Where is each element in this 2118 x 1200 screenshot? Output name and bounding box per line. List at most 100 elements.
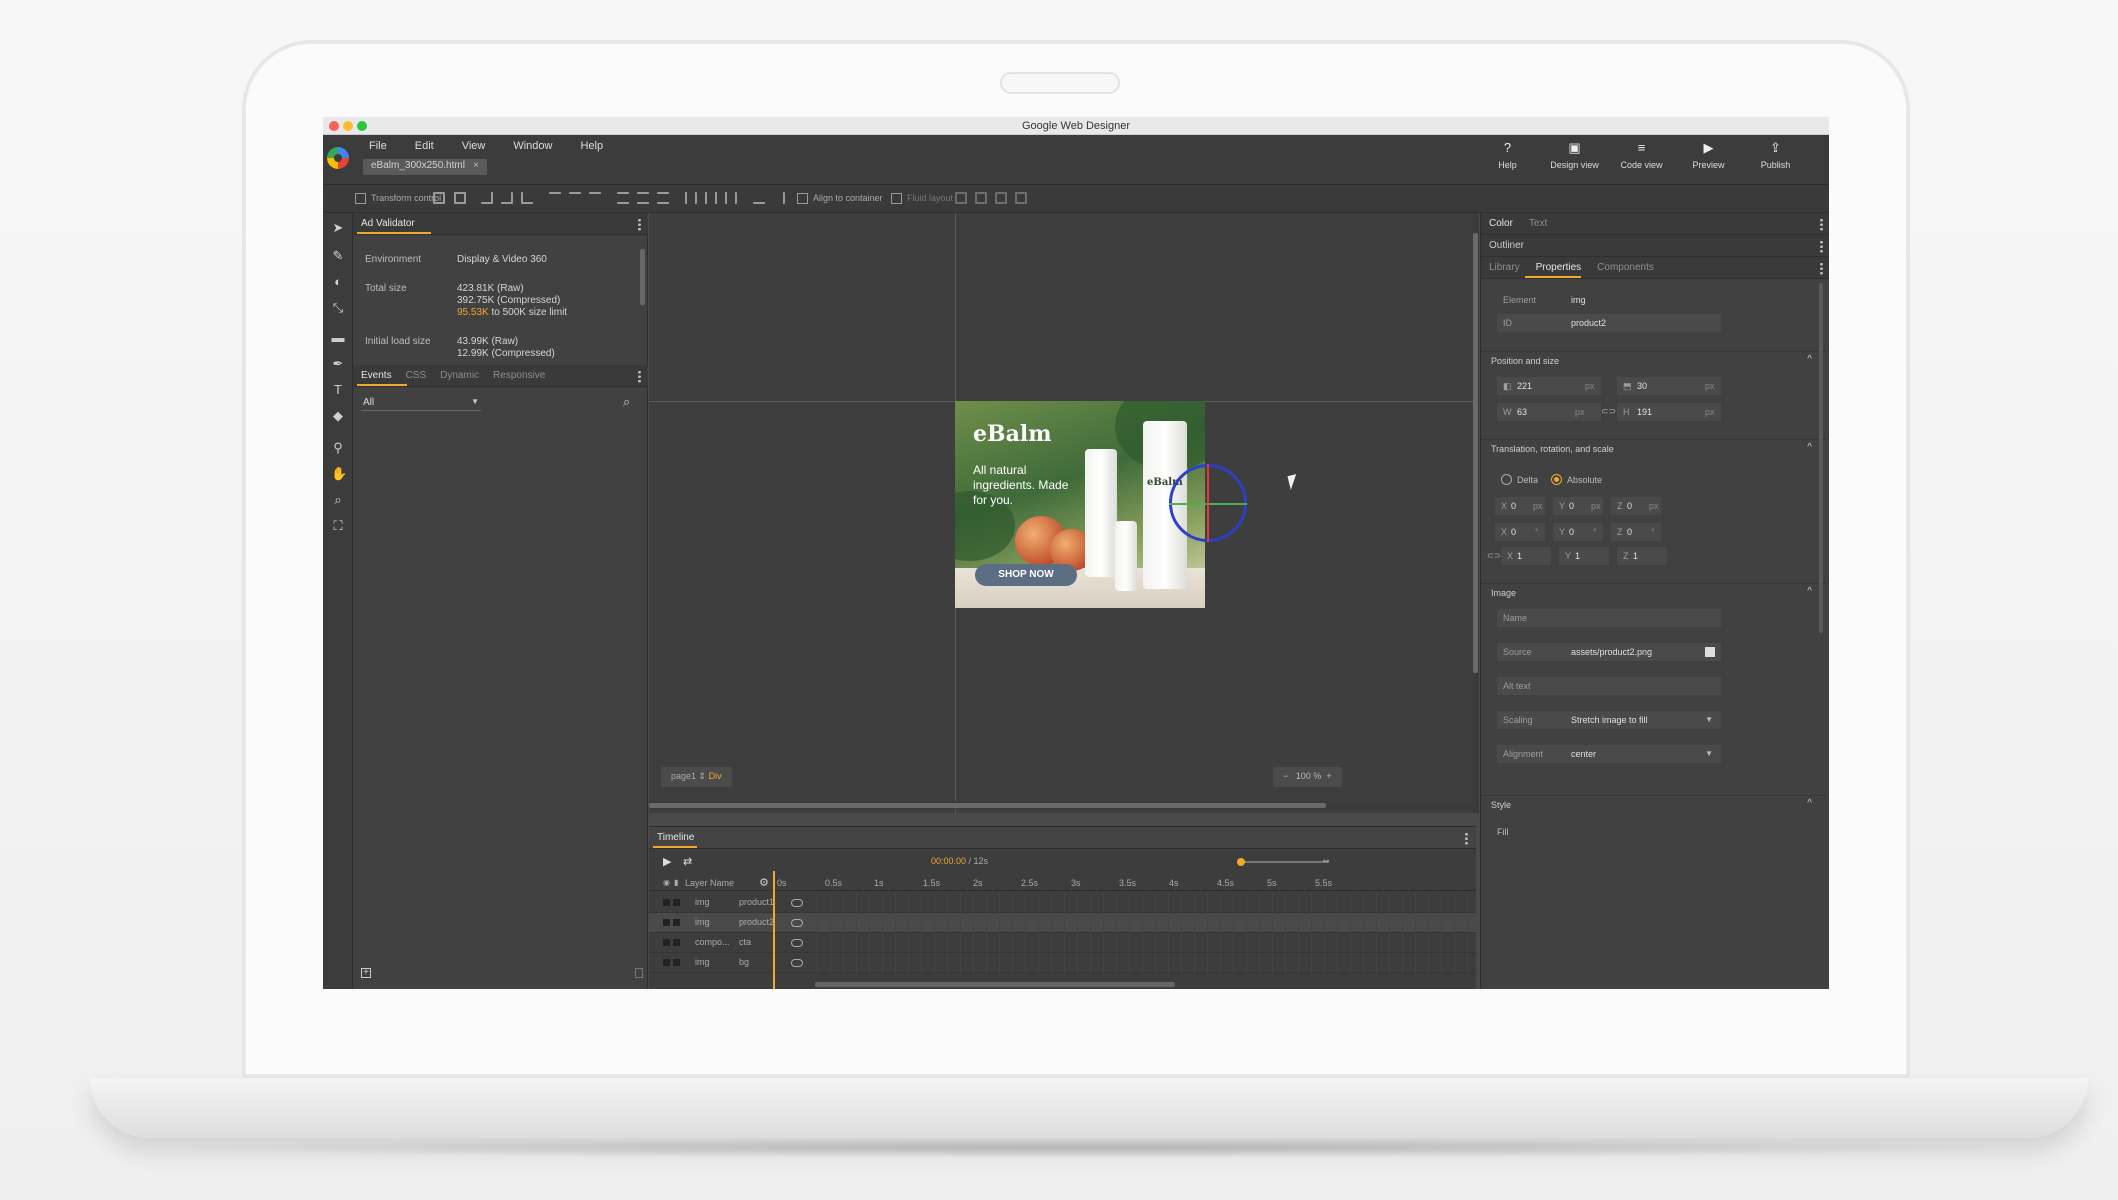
outliner-title[interactable]: Outliner (1489, 240, 1524, 251)
transform-tool-icon[interactable] (433, 192, 445, 204)
loop-icon[interactable]: ⇄ (683, 855, 692, 868)
zoom-control[interactable]: − 100 % + (1273, 767, 1342, 787)
panel-menu-icon[interactable] (1820, 240, 1823, 253)
position-size-section[interactable]: Position and size ^ (1481, 351, 1826, 371)
align-bottom-icon[interactable] (521, 192, 533, 204)
lock-toggle[interactable] (673, 919, 680, 926)
shape-tool-icon[interactable]: ▬ (331, 331, 345, 345)
menu-file[interactable]: File (369, 140, 387, 152)
page-selector[interactable]: page1 ⇕ Div (661, 767, 732, 787)
id-field[interactable]: ID product2 (1497, 314, 1721, 332)
visibility-icon[interactable]: ◉ (663, 878, 670, 887)
collapse-icon[interactable]: ^ (1807, 442, 1812, 453)
rotate-y-field[interactable]: Y 0 ° (1553, 523, 1603, 541)
add-event-icon[interactable]: + (361, 968, 371, 978)
width-field[interactable]: W 63 px (1497, 403, 1601, 421)
menu-view[interactable]: View (462, 140, 486, 152)
panel-menu-icon[interactable] (638, 218, 641, 231)
distribute-top-icon[interactable] (617, 192, 629, 204)
gizmo-y-axis[interactable] (1207, 464, 1209, 542)
tab-text[interactable]: Text (1529, 218, 1547, 229)
lock-toggle[interactable] (673, 899, 680, 906)
publish-button[interactable]: ⇪ Publish (1742, 140, 1809, 170)
style-section[interactable]: Style ^ (1481, 795, 1826, 815)
distribute-right-icon[interactable] (725, 192, 737, 204)
lock-toggle[interactable] (673, 959, 680, 966)
scaling-select[interactable]: Scaling Stretch image to fill ▼ (1497, 711, 1721, 729)
scroll-thumb[interactable] (1473, 233, 1478, 673)
delete-event-icon[interactable] (635, 968, 643, 978)
panel-menu-icon[interactable] (638, 370, 641, 383)
product1-image[interactable] (1085, 449, 1117, 577)
zoom-out-button[interactable]: − (1283, 771, 1288, 781)
design-stage[interactable]: eBalm All natural ingredients. Made for … (649, 213, 1476, 813)
transform-3d-icon[interactable] (454, 192, 466, 204)
ad-banner[interactable]: eBalm All natural ingredients. Made for … (955, 401, 1205, 608)
collapse-icon[interactable]: ^ (1807, 586, 1812, 597)
delta-radio[interactable] (1501, 474, 1512, 485)
align-center-icon[interactable] (569, 192, 581, 204)
stage-horizontal-scrollbar[interactable] (649, 801, 1476, 809)
top-field[interactable]: ⬒ 30 px (1617, 377, 1721, 395)
layer-track[interactable] (817, 893, 1479, 913)
link-scale-icon[interactable]: ⊂⊃ (1487, 551, 1500, 560)
collapse-icon[interactable]: ^ (1807, 798, 1812, 809)
search-icon[interactable]: ⌕ (623, 394, 630, 410)
selection-tool-icon[interactable]: ➤ (331, 221, 345, 235)
scale-z-field[interactable]: Z1 (1617, 547, 1667, 565)
layer-track[interactable] (817, 953, 1479, 973)
zoom-in-button[interactable]: + (1326, 771, 1331, 781)
image-section[interactable]: Image ^ (1481, 583, 1826, 603)
group-icon[interactable] (1015, 192, 1027, 204)
slider-handle[interactable] (1237, 858, 1245, 866)
menu-help[interactable]: Help (580, 140, 603, 152)
close-tab-icon[interactable]: × (473, 160, 479, 171)
left-field[interactable]: ◧ 221 px (1497, 377, 1601, 395)
alignment-select[interactable]: Alignment center ▼ (1497, 745, 1721, 763)
gear-icon[interactable]: ⚙ (759, 876, 769, 889)
distribute-center-icon[interactable] (705, 192, 717, 204)
transform-control-checkbox[interactable] (355, 193, 366, 204)
validator-scrollbar[interactable] (640, 249, 645, 305)
collapse-icon[interactable]: ^ (1807, 354, 1812, 365)
crop-tool-icon[interactable]: ⛶ (331, 519, 345, 533)
link-dimensions-icon[interactable]: ⊂⊃ (1601, 406, 1616, 417)
fluid-layout-checkbox[interactable] (891, 193, 902, 204)
shop-now-button[interactable]: SHOP NOW (975, 564, 1077, 586)
layer-track[interactable] (817, 913, 1479, 933)
code-view-button[interactable]: ≡ Code view (1608, 140, 1675, 170)
css-grid-icon[interactable] (955, 192, 967, 204)
trs-section[interactable]: Translation, rotation, and scale ^ (1481, 439, 1826, 459)
3d-rotation-tool-icon[interactable]: ◐ (331, 275, 345, 289)
timeline-mode-icon[interactable]: ⇔ (1321, 855, 1331, 866)
pin-icon[interactable] (975, 192, 987, 204)
scale-x-field[interactable]: X1 (1501, 547, 1551, 565)
hand-tool-icon[interactable]: ✋ (331, 467, 347, 481)
fill-tool-icon[interactable]: ◆ (331, 409, 345, 423)
panel-menu-icon[interactable] (1820, 262, 1823, 275)
help-button[interactable]: ? Help (1474, 140, 1541, 170)
link-icon[interactable] (791, 939, 803, 947)
distribute-middle-icon[interactable] (637, 192, 649, 204)
name-field[interactable]: Name (1497, 609, 1721, 627)
tab-color[interactable]: Color (1489, 218, 1513, 229)
tab-events[interactable]: Events (361, 370, 392, 381)
distribute-left-icon[interactable] (685, 192, 697, 204)
scale-y-field[interactable]: Y1 (1559, 547, 1609, 565)
link-icon[interactable] (791, 959, 803, 967)
tab-dynamic[interactable]: Dynamic (440, 370, 479, 381)
layer-track[interactable] (817, 933, 1479, 953)
align-container-checkbox[interactable] (797, 193, 808, 204)
visibility-toggle[interactable] (663, 899, 670, 906)
menu-edit[interactable]: Edit (415, 140, 434, 152)
tab-css[interactable]: CSS (406, 370, 427, 381)
rotate-z-field[interactable]: Z 0 ° (1611, 523, 1661, 541)
translation-tool-icon[interactable]: ⤡ (331, 301, 345, 315)
height-field[interactable]: H 191 px (1617, 403, 1721, 421)
translate-y-field[interactable]: Y 0 px (1553, 497, 1603, 515)
menu-window[interactable]: Window (513, 140, 552, 152)
color-picker-tool-icon[interactable]: ⚲ (331, 441, 345, 455)
playhead[interactable] (773, 871, 775, 989)
match-width-icon[interactable] (753, 192, 765, 204)
link-icon[interactable] (791, 919, 803, 927)
